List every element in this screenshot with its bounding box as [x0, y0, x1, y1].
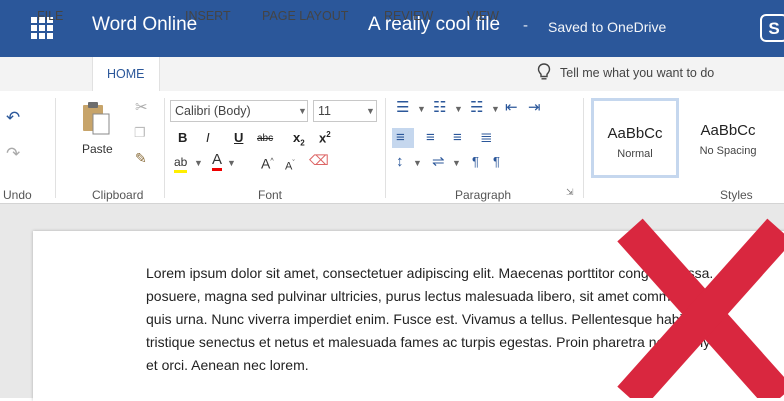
tab-file[interactable]: FILE [37, 9, 63, 23]
chevron-down-icon[interactable]: ▼ [413, 158, 422, 168]
justify-icon[interactable]: ≣ [480, 130, 493, 146]
chevron-down-icon[interactable]: ▼ [298, 106, 307, 116]
paragraph-dialog-launcher-icon[interactable]: ⇲ [566, 184, 574, 200]
paragraph-spacing-icon[interactable]: ⇌ [432, 154, 445, 170]
grow-font-icon[interactable]: A^ [261, 154, 274, 172]
redo-icon[interactable]: ↷ [6, 145, 20, 162]
chevron-down-icon[interactable]: ▼ [366, 106, 375, 116]
skype-icon[interactable]: S [760, 14, 784, 42]
font-color-icon[interactable]: A [212, 152, 223, 171]
chevron-down-icon[interactable]: ▼ [454, 104, 463, 114]
divider [385, 98, 386, 198]
divider [583, 98, 584, 198]
chevron-down-icon[interactable]: ▼ [194, 158, 203, 168]
numbering-icon[interactable]: ☷ [433, 100, 446, 116]
group-label-font: Font [258, 188, 283, 202]
tab-view[interactable]: VIEW [467, 9, 499, 23]
align-right-icon[interactable]: ≡ [453, 130, 462, 146]
app-name[interactable]: Word Online [92, 14, 197, 36]
chevron-down-icon[interactable]: ▼ [491, 104, 500, 114]
paste-button[interactable]: Paste [82, 142, 113, 156]
group-label-styles: Styles [720, 188, 753, 202]
copy-icon[interactable]: ❐ [134, 125, 146, 141]
x-mark-icon [617, 218, 784, 398]
superscript-button[interactable]: x2 [319, 130, 331, 145]
bullets-icon[interactable]: ☰ [396, 100, 409, 116]
underline-button[interactable]: U [234, 130, 243, 145]
chevron-down-icon[interactable]: ▼ [452, 158, 461, 168]
style-sample: AaBbCc [700, 122, 756, 139]
divider [55, 98, 56, 198]
tab-insert[interactable]: INSERT [185, 9, 231, 23]
tab-page-layout[interactable]: PAGE LAYOUT [262, 9, 348, 23]
shrink-font-icon[interactable]: Aˇ [285, 156, 295, 175]
font-name-field[interactable]: Calibri (Body) [170, 100, 308, 122]
subscript-button[interactable]: x2 [293, 130, 305, 148]
increase-indent-icon[interactable]: ⇥ [528, 100, 541, 116]
style-sample: AaBbCc [607, 125, 663, 142]
group-label-paragraph: Paragraph [455, 188, 512, 202]
style-name: Normal [617, 148, 653, 160]
decrease-indent-icon[interactable]: ⇤ [505, 100, 518, 116]
tab-home[interactable]: HOME [92, 57, 160, 92]
style-name: No Spacing [699, 145, 757, 157]
paste-icon[interactable] [82, 100, 110, 136]
clear-formatting-icon[interactable]: ⌫ [309, 152, 329, 168]
divider [164, 98, 165, 198]
lightbulb-icon [537, 63, 551, 80]
bold-button[interactable]: B [178, 130, 187, 145]
strikethrough-button[interactable]: abc [257, 133, 273, 144]
style-normal[interactable]: AaBbCc Normal [591, 98, 679, 178]
tell-me-search[interactable]: Tell me what you want to do [560, 66, 714, 80]
multilevel-list-icon[interactable]: ☵ [470, 100, 483, 116]
chevron-down-icon[interactable]: ▼ [227, 158, 236, 168]
tab-review[interactable]: REVIEW [384, 9, 433, 23]
cut-icon[interactable]: ✂ [135, 100, 148, 116]
line-spacing-icon[interactable]: ↕ [396, 154, 404, 170]
highlight-color-icon[interactable]: ab [174, 154, 188, 173]
align-left-icon[interactable]: ≡ [396, 130, 405, 146]
chevron-down-icon[interactable]: ▼ [417, 104, 426, 114]
ltr-icon[interactable]: ¶ [472, 154, 479, 170]
group-label-undo: Undo [3, 188, 32, 202]
italic-button[interactable]: I [206, 130, 210, 145]
group-label-clipboard: Clipboard [92, 188, 144, 202]
rtl-icon[interactable]: ¶ [493, 154, 500, 170]
style-no-spacing[interactable]: AaBbCc No Spacing [684, 98, 772, 178]
save-status: Saved to OneDrive [548, 19, 667, 35]
align-center-icon[interactable]: ≡ [426, 130, 435, 146]
undo-icon[interactable]: ↶ [6, 109, 20, 126]
format-painter-icon[interactable]: ✎ [135, 150, 147, 166]
title-separator: - [523, 17, 528, 34]
